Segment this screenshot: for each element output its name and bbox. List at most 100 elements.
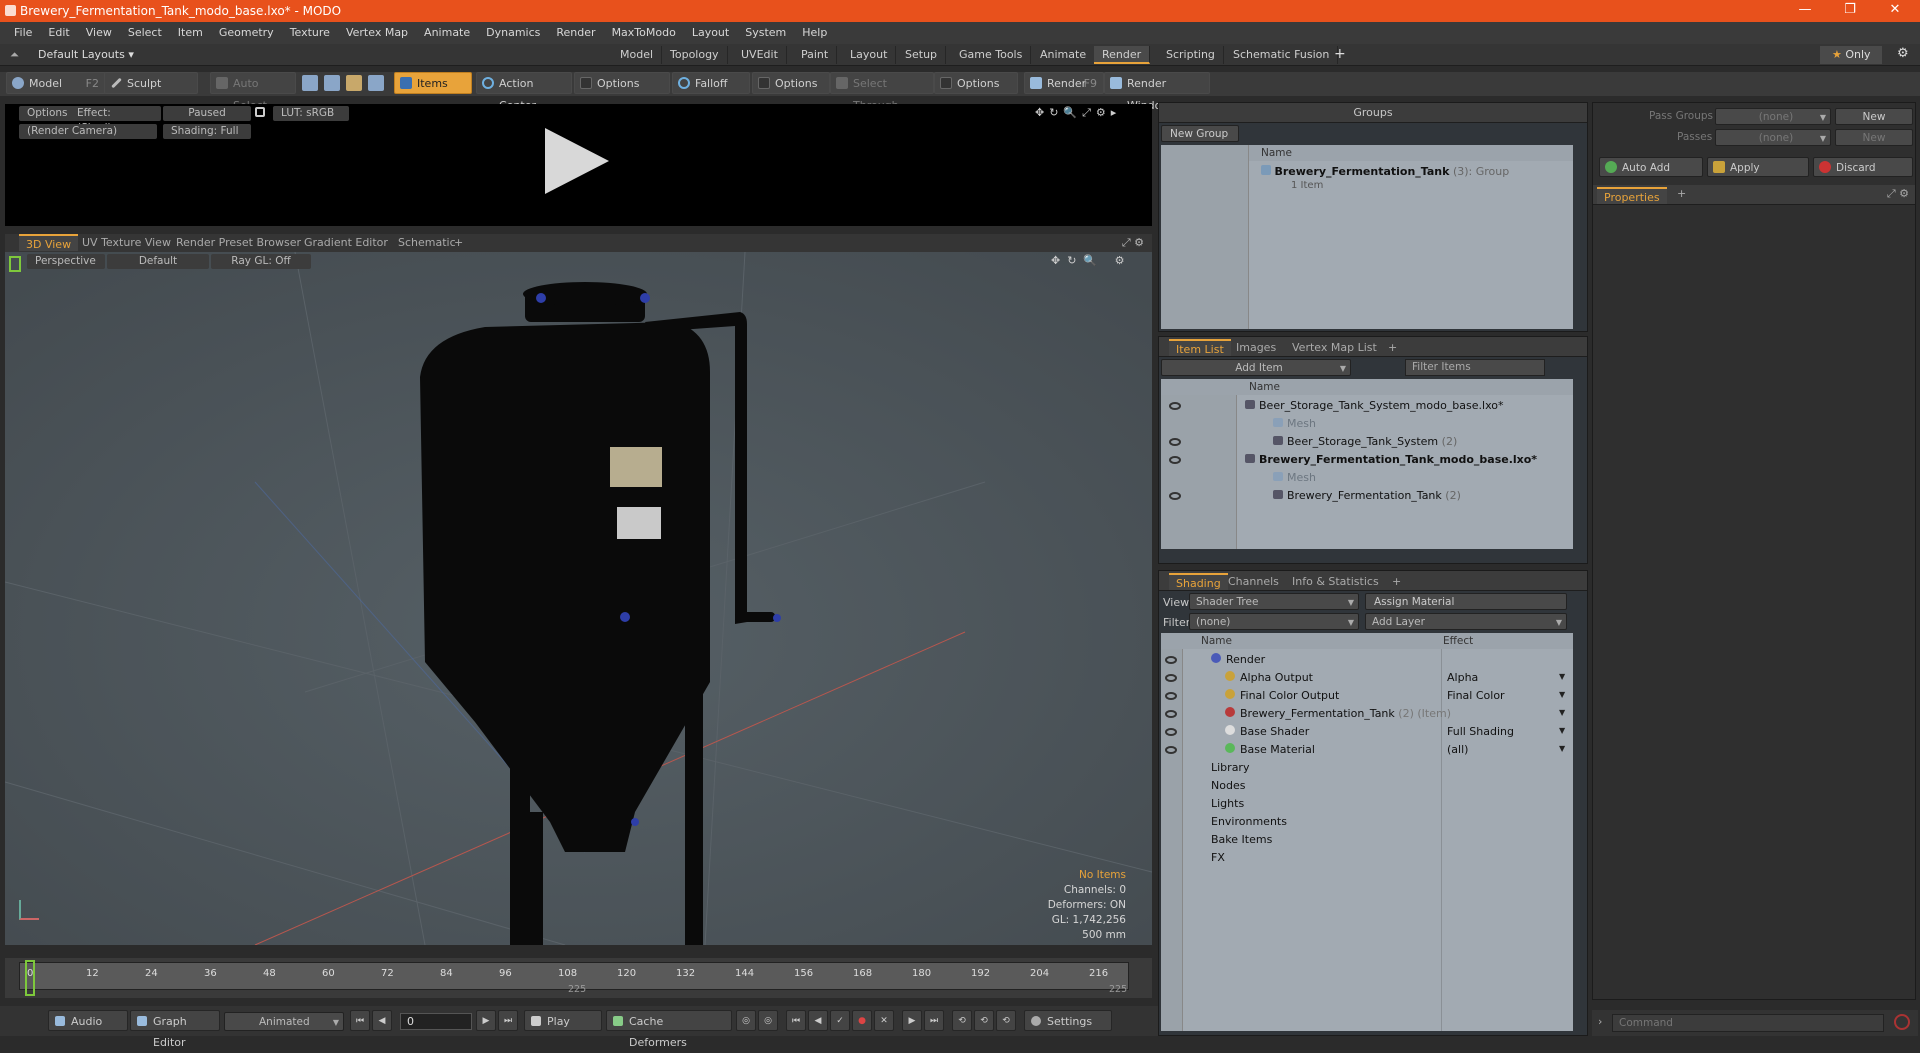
preview-paused-button[interactable]: Paused bbox=[163, 106, 251, 121]
loop-2-icon[interactable]: ⟲ bbox=[974, 1010, 994, 1031]
properties-tab-icons[interactable]: ⤢ ⚙ bbox=[1887, 187, 1909, 201]
preview-nav-icons[interactable]: ✥↻🔍⤢⚙▸ bbox=[1035, 106, 1121, 120]
gear-icon[interactable]: ⚙ bbox=[1897, 46, 1909, 61]
item-list[interactable]: Name Beer_Storage_Tank_System_modo_base.… bbox=[1161, 379, 1573, 549]
add-item-dropdown[interactable]: Add Item bbox=[1161, 359, 1351, 377]
default-style-dropdown[interactable]: Default bbox=[107, 254, 209, 269]
frame-input[interactable]: 0 bbox=[400, 1013, 472, 1030]
edge-mode-icon[interactable] bbox=[324, 75, 340, 91]
tab-channels[interactable]: Channels bbox=[1221, 573, 1286, 590]
preview-shading-dropdown[interactable]: Shading: Full bbox=[163, 124, 251, 139]
minimize-icon[interactable]: — bbox=[1785, 2, 1825, 20]
menu-geometry[interactable]: Geometry bbox=[211, 22, 282, 44]
visibility-eye-icon[interactable] bbox=[1169, 492, 1181, 500]
falloff-button[interactable]: Falloff bbox=[672, 72, 750, 94]
render-preview[interactable]: Options Effect: (Shadi... Paused LUT: sR… bbox=[5, 104, 1152, 226]
select-options-button[interactable]: Options bbox=[934, 72, 1018, 94]
shader-row[interactable]: Environments bbox=[1211, 813, 1441, 831]
polygon-mode-icon[interactable] bbox=[346, 75, 362, 91]
add-itemlist-tab-icon[interactable]: + bbox=[1381, 339, 1404, 356]
menu-system[interactable]: System bbox=[737, 22, 794, 44]
visibility-eye-icon[interactable] bbox=[1169, 438, 1181, 446]
preview-effect-dropdown[interactable]: Effect: (Shadi... bbox=[69, 106, 161, 134]
timeline[interactable]: 0 12 24 36 48 60 72 84 96 108 120 132 144 156 168 180 19… bbox=[5, 958, 1152, 998]
tab-schematic-fusion[interactable]: Schematic Fusion bbox=[1225, 46, 1339, 64]
new-pass-button[interactable]: New bbox=[1835, 129, 1913, 146]
maximize-icon[interactable]: ❐ bbox=[1830, 2, 1870, 20]
shader-row[interactable]: Render bbox=[1211, 651, 1441, 669]
tab-render-preset-browser[interactable]: Render Preset Browser bbox=[169, 234, 308, 251]
menu-edit[interactable]: Edit bbox=[40, 22, 77, 44]
next-key-icon[interactable]: ⏭ bbox=[924, 1010, 944, 1031]
effect-dropdown-icon[interactable]: ▼ bbox=[1559, 690, 1565, 699]
viewport-tab-icons[interactable]: ⤢ ⚙ bbox=[1122, 236, 1144, 250]
menu-vertex-map[interactable]: Vertex Map bbox=[338, 22, 416, 44]
visibility-eye-icon[interactable] bbox=[1165, 746, 1177, 754]
shader-effect[interactable]: Full Shading bbox=[1447, 723, 1567, 741]
tab-paint[interactable]: Paint bbox=[793, 46, 838, 64]
shader-row[interactable]: FX bbox=[1211, 849, 1441, 867]
audio-button[interactable]: Audio bbox=[48, 1010, 128, 1031]
shader-row[interactable]: Bake Items bbox=[1211, 831, 1441, 849]
tab-item-list[interactable]: Item List bbox=[1169, 339, 1231, 356]
tab-properties[interactable]: Properties bbox=[1597, 187, 1667, 204]
record-icon[interactable]: ● bbox=[852, 1010, 872, 1031]
command-chevron-icon[interactable]: › bbox=[1598, 1015, 1602, 1028]
auto-add-button[interactable]: Auto Add bbox=[1599, 157, 1703, 177]
tab-shading[interactable]: Shading bbox=[1169, 573, 1228, 590]
new-pass-group-button[interactable]: New bbox=[1835, 108, 1913, 125]
tab-vertex-map-list[interactable]: Vertex Map List bbox=[1285, 339, 1384, 356]
tab-animate[interactable]: Animate bbox=[1032, 46, 1096, 64]
effect-dropdown-icon[interactable]: ▼ bbox=[1559, 726, 1565, 735]
tab-gradient-editor[interactable]: Gradient Editor bbox=[297, 234, 395, 251]
menu-view[interactable]: View bbox=[78, 22, 120, 44]
assign-material-button[interactable]: Assign Material bbox=[1365, 593, 1567, 610]
tab-game-tools[interactable]: Game Tools bbox=[951, 46, 1032, 64]
visibility-eye-icon[interactable] bbox=[1165, 674, 1177, 682]
tab-uvedit[interactable]: UVEdit bbox=[733, 46, 787, 64]
apply-button[interactable]: Apply bbox=[1707, 157, 1809, 177]
loop-icon[interactable]: ⟲ bbox=[952, 1010, 972, 1031]
falloff-options-button[interactable]: Options bbox=[752, 72, 830, 94]
visibility-eye-icon[interactable] bbox=[1165, 656, 1177, 664]
raygl-dropdown[interactable]: Ray GL: Off bbox=[211, 254, 311, 269]
graph-editor-button[interactable]: Graph Editor bbox=[130, 1010, 220, 1049]
key-back-icon[interactable]: ◀ bbox=[808, 1010, 828, 1031]
animated-dropdown[interactable]: Animated bbox=[224, 1012, 344, 1032]
item-list-row[interactable]: Brewery_Fermentation_Tank_modo_base.lxo* bbox=[1245, 451, 1537, 469]
preview-camera-dropdown[interactable]: (Render Camera) bbox=[19, 124, 157, 139]
action-center-button[interactable]: Action Center bbox=[476, 72, 572, 112]
menu-dynamics[interactable]: Dynamics bbox=[478, 22, 548, 44]
cache-deformers-button[interactable]: Cache Deformers bbox=[606, 1010, 732, 1049]
key-tool-icon[interactable]: ◎ bbox=[736, 1010, 756, 1031]
shader-row[interactable]: Nodes bbox=[1211, 777, 1441, 795]
items-mode-button[interactable]: Items bbox=[394, 72, 472, 94]
viewport-nav-icons[interactable]: ✥↻🔍 ⚙ bbox=[1051, 254, 1132, 267]
viewport-corner-icon[interactable] bbox=[9, 256, 21, 272]
only-toggle[interactable]: ★ Only bbox=[1820, 46, 1882, 64]
effect-dropdown-icon[interactable]: ▼ bbox=[1559, 708, 1565, 717]
menu-maxtomodo[interactable]: MaxToModo bbox=[604, 22, 684, 44]
preview-options-button[interactable]: Options bbox=[19, 106, 76, 121]
tab-info-statistics[interactable]: Info & Statistics bbox=[1285, 573, 1386, 590]
action-center-options-button[interactable]: Options bbox=[574, 72, 670, 94]
tab-topology[interactable]: Topology bbox=[662, 46, 728, 64]
menu-animate[interactable]: Animate bbox=[416, 22, 478, 44]
filter-items-input[interactable]: Filter Items bbox=[1405, 359, 1545, 376]
command-history-icon[interactable] bbox=[1894, 1014, 1910, 1030]
play-button[interactable]: Play bbox=[524, 1010, 602, 1031]
sculpt-button[interactable]: Sculpt bbox=[104, 72, 198, 94]
vertex-mode-icon[interactable] bbox=[302, 75, 318, 91]
menu-texture[interactable]: Texture bbox=[282, 22, 338, 44]
shader-effect[interactable]: Alpha bbox=[1447, 669, 1567, 687]
3d-viewport[interactable]: Perspective Default Ray GL: Off ✥↻🔍 ⚙ No… bbox=[5, 252, 1152, 945]
tab-3d-view[interactable]: 3D View bbox=[19, 234, 79, 251]
item-list-row[interactable]: Beer_Storage_Tank_System (2) bbox=[1273, 433, 1457, 451]
add-shading-tab-icon[interactable]: + bbox=[1385, 573, 1408, 590]
play-icon[interactable] bbox=[545, 128, 609, 194]
shader-tree[interactable]: Name Effect Render Alpha Output Alpha ▼ Fina… bbox=[1161, 633, 1573, 1031]
layout-collapse-icon[interactable]: ⏶ bbox=[10, 48, 19, 62]
step-back-icon[interactable]: ◀ bbox=[372, 1010, 392, 1031]
default-layouts-dropdown[interactable]: Default Layouts ▾ bbox=[38, 48, 134, 61]
render-window-button[interactable]: Render Window bbox=[1104, 72, 1210, 112]
